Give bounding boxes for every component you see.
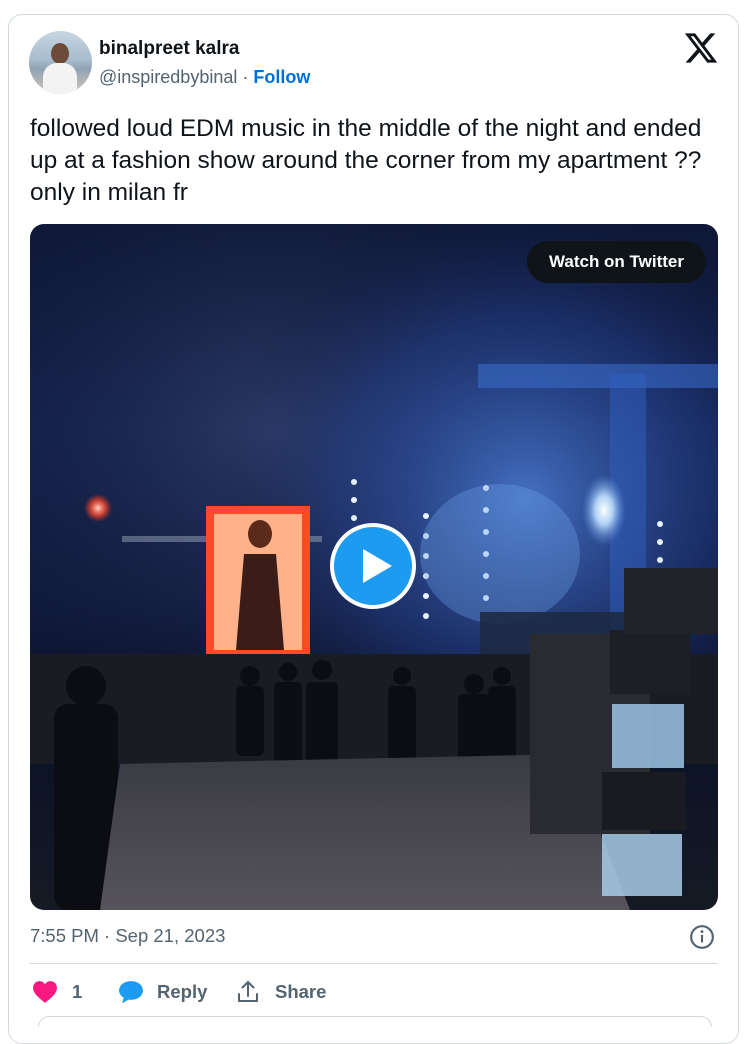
tweet-text: followed loud EDM music in the middle of… [30, 115, 702, 206]
author-handle[interactable]: @inspiredbybinal [99, 67, 237, 87]
divider [30, 963, 718, 964]
reply-bubble-icon [119, 981, 143, 1004]
info-icon[interactable] [689, 924, 715, 950]
heart-icon [33, 981, 57, 1003]
video-thumbnail[interactable]: Watch on Twitter [30, 224, 718, 910]
share-icon [238, 981, 258, 1002]
author-handle-row: @inspiredbybinal · Follow [99, 67, 310, 88]
read-replies-bar[interactable] [38, 1016, 712, 1027]
avatar-head [51, 43, 69, 64]
like-count: 1 [72, 981, 83, 1002]
avatar-body [43, 63, 77, 94]
x-logo-icon[interactable] [683, 30, 719, 66]
play-icon [363, 549, 392, 583]
tweet-timestamp[interactable]: 7:55 PM · Sep 21, 2023 [30, 925, 225, 947]
avatar[interactable] [29, 31, 92, 94]
share-button[interactable]: Share [236, 978, 326, 1006]
like-button[interactable]: 1 [32, 978, 82, 1006]
reply-label: Reply [157, 981, 208, 1002]
share-label: Share [275, 981, 327, 1002]
play-button[interactable] [330, 523, 416, 609]
handle-separator: · [242, 67, 249, 87]
watch-on-twitter-button[interactable]: Watch on Twitter [526, 241, 706, 283]
follow-button[interactable]: Follow [253, 67, 310, 87]
reply-button[interactable]: Reply [118, 978, 207, 1006]
author-name[interactable]: binalpreet kalra [99, 38, 239, 60]
